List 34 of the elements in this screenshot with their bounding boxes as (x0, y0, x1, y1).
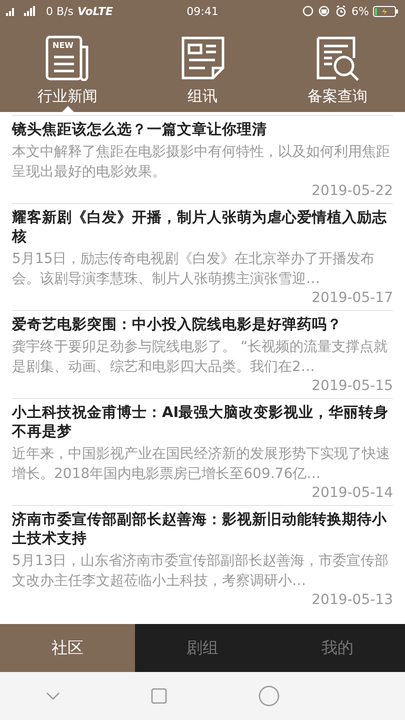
circle-icon[interactable] (258, 685, 280, 707)
bottom-tab[interactable]: 社区 (0, 624, 135, 672)
article-summary: 5月15日，励志传奇电视剧《白发》在北京举办了开播发布会。该剧导演李慧珠、制片人张萌携主演张雪迎… (12, 250, 376, 289)
document-icon (180, 35, 226, 81)
battery-level: 6% (352, 4, 369, 18)
article-summary: 5月13日，山东省济南市委宣传部副部长赵善海，市委宣传部文改办主任李文超莅临小土科技，考察调研小… (12, 552, 390, 591)
bottom-tab[interactable]: 剧组 (135, 624, 270, 672)
article-date: 2019-05-14 (310, 484, 393, 503)
article-summary: 本文中解释了焦距在电影摄影中有何特性，以及如何利用焦距呈现出最好的电影效果。 (12, 143, 391, 182)
document-search-icon (314, 35, 360, 81)
battery-icon (373, 6, 399, 16)
category-tab[interactable]: 组讯 (135, 22, 270, 112)
article-date: 2019-05-22 (310, 182, 393, 201)
article-date: 2019-05-13 (310, 591, 393, 610)
article-title[interactable]: 小土科技祝金甫博士：AI最强大脑改变影视业，华丽转身不再是梦 (12, 404, 393, 442)
category-tab[interactable]: 备案查询 (270, 22, 405, 112)
icon-label: NEW (52, 41, 74, 50)
status-icons (302, 5, 348, 17)
clock: 09:41 (186, 4, 218, 18)
article-title[interactable]: 爱奇艺电影突围：中小投入院线电影是好弹药吗？ (12, 316, 393, 335)
article-date: 2019-05-17 (310, 289, 393, 308)
article-summary: 龚宇终于要卯足劲参与院线电影了。 “长视频的流量支撑点就是剧集、动画、综艺和电影四大品类。我们在2… (12, 338, 389, 377)
network-type: VoLTE (77, 4, 113, 18)
newspaper-icon (44, 35, 90, 81)
network-speed: 0 B/s (46, 4, 74, 18)
article-title[interactable]: 耀客新剧《白发》开播，制片人张萌为虐心爱情植入励志核 (12, 209, 393, 247)
bottom-tab[interactable]: 我的 (270, 624, 405, 672)
back-icon[interactable] (46, 692, 60, 700)
article-date: 2019-05-15 (310, 377, 393, 396)
article-title[interactable]: 济南市委宣传部副部长赵善海：影视新旧动能转换期待小土技术支持 (12, 511, 393, 549)
article-summary: 近年来，中国影视产业在国民经济新的发展形势下实现了快速增长。2018年国内电影票房已增长至609.76亿… (12, 445, 391, 484)
home-square-icon[interactable] (150, 688, 166, 704)
category-tab[interactable]: NEW 行业新闻 (0, 22, 135, 112)
article-title[interactable]: 镜头焦距该怎么选？一篇文章让你理清 (12, 121, 393, 140)
